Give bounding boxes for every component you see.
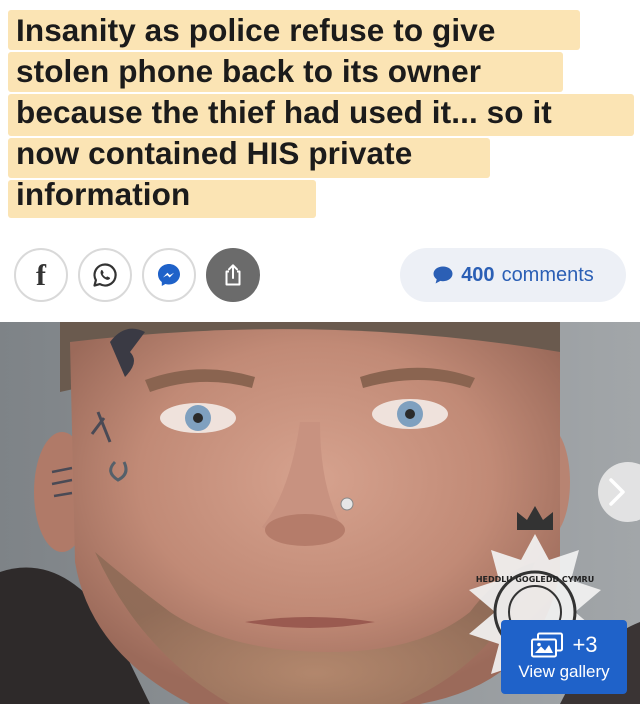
whatsapp-share-button[interactable] — [78, 248, 132, 302]
badge-text: HEDDLU GOGLEDD CYMRU — [476, 575, 594, 584]
facebook-icon: f — [36, 259, 46, 292]
speech-bubble-icon — [433, 266, 453, 284]
share-upload-icon — [225, 264, 241, 286]
native-share-button[interactable] — [206, 248, 260, 302]
facebook-share-button[interactable]: f — [14, 248, 68, 302]
image-stack-icon — [531, 632, 564, 658]
comments-button[interactable]: 400 comments — [400, 248, 626, 302]
comments-label: comments — [501, 263, 594, 286]
whatsapp-icon — [93, 263, 117, 287]
view-gallery-button[interactable]: +3 View gallery — [501, 620, 627, 694]
headline-line: because the thief had used it... so it — [16, 94, 552, 130]
messenger-share-button[interactable] — [142, 248, 196, 302]
gallery-label: View gallery — [518, 662, 610, 681]
article-headline: Insanity as police refuse to give stolen… — [16, 10, 636, 215]
headline-line: stolen phone back to its owner — [16, 53, 482, 89]
headline-line: now contained HIS private — [16, 135, 413, 171]
gallery-extra-count: +3 — [572, 632, 598, 657]
messenger-icon — [158, 264, 180, 286]
headline-block: Insanity as police refuse to give stolen… — [0, 0, 640, 232]
headline-line: Insanity as police refuse to give — [16, 12, 496, 48]
gallery-count-row: +3 — [530, 632, 598, 658]
headline-line: information — [16, 176, 191, 212]
share-bar: f 400 comments — [0, 244, 640, 304]
chevron-right-icon — [609, 478, 625, 506]
comments-count: 400 — [461, 263, 495, 286]
